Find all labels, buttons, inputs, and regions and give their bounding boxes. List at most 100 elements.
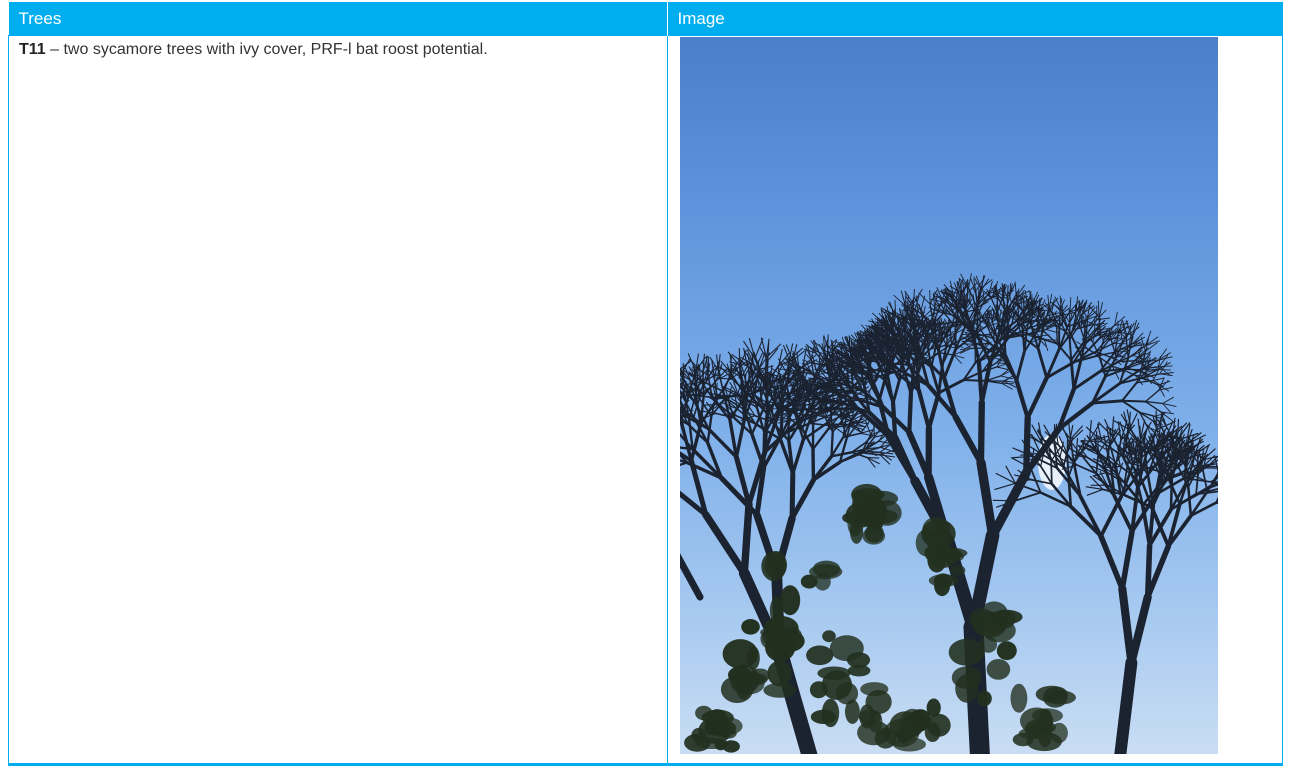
ivy-clump — [976, 690, 992, 707]
branch — [1112, 494, 1134, 534]
ivy-clump — [835, 682, 858, 705]
ivy-clump — [954, 674, 978, 703]
branch — [861, 452, 881, 456]
ivy-clump — [996, 641, 1017, 661]
ivy-clump — [829, 635, 864, 662]
ivy-clump — [856, 497, 887, 527]
branch — [1068, 504, 1103, 538]
branch — [949, 328, 952, 346]
ivy-clump — [690, 727, 706, 743]
branch — [1013, 378, 1030, 420]
tree-image-cell — [666, 35, 1283, 766]
branch — [906, 391, 913, 435]
branch — [1186, 485, 1192, 517]
ivy-clump — [986, 659, 1010, 680]
branch — [1017, 302, 1019, 317]
tree-description-cell: T11 – two sycamore trees with ivy cover,… — [8, 35, 668, 766]
ivy-clump — [740, 619, 760, 635]
branch — [1120, 381, 1138, 402]
branch — [789, 470, 795, 521]
branch — [701, 511, 748, 577]
ivy-clump — [1012, 733, 1033, 747]
branch — [1094, 342, 1114, 353]
trees-table: Trees Image T11 – two sycamore trees wit… — [8, 2, 1283, 766]
ivy-clump — [763, 616, 799, 641]
branch — [936, 287, 943, 303]
ivy-clump — [816, 666, 851, 680]
branch — [912, 288, 923, 305]
branch — [789, 477, 816, 521]
branch — [1000, 382, 1014, 385]
branch — [1036, 347, 1048, 380]
branch — [1078, 494, 1103, 538]
branch — [790, 437, 805, 476]
ivy-clump — [701, 709, 734, 726]
branch — [1055, 328, 1058, 345]
branch — [1104, 465, 1121, 468]
branch — [1213, 456, 1218, 474]
ivy-clump — [989, 609, 1023, 625]
header-trees: Trees — [8, 2, 668, 36]
ivy-clump — [926, 713, 951, 737]
branch — [1068, 338, 1072, 362]
branch — [1025, 375, 1049, 420]
branch — [995, 366, 1008, 370]
ivy-clump — [812, 560, 840, 578]
ivy-clump — [979, 636, 997, 653]
branch — [845, 371, 848, 393]
branch — [703, 403, 720, 406]
branch — [701, 412, 716, 420]
branch — [1120, 399, 1146, 403]
ivy-clump — [925, 531, 947, 551]
branch — [1097, 300, 1100, 318]
branch — [1050, 298, 1055, 313]
branch — [993, 482, 1016, 490]
branch — [1014, 281, 1017, 298]
ivy-clump — [720, 675, 753, 704]
ivy-clump — [1010, 683, 1027, 713]
table-row: T11 – two sycamore trees with ivy cover,… — [8, 35, 1283, 766]
ivy-clump — [856, 720, 890, 746]
ivy-clump — [722, 740, 740, 753]
ivy-clump — [949, 564, 965, 576]
ivy-clump — [760, 551, 786, 582]
ivy-foliage — [683, 483, 1076, 753]
branch — [979, 359, 992, 405]
branch — [952, 414, 984, 466]
table-header-row: Trees Image — [8, 2, 1283, 36]
branch — [1158, 365, 1173, 368]
branch — [679, 367, 682, 374]
branch — [822, 336, 825, 350]
branch — [782, 345, 790, 361]
ivy-clump — [810, 709, 836, 725]
tree-description-text: – two sycamore trees with ivy cover, PRF… — [45, 41, 488, 58]
branch — [1086, 488, 1103, 496]
header-image: Image — [667, 2, 1283, 36]
branch — [872, 420, 875, 438]
branch — [917, 292, 931, 305]
branch — [1113, 656, 1137, 754]
ivy-clump — [847, 664, 870, 677]
branch — [992, 499, 1015, 502]
branch — [761, 431, 766, 470]
branch — [839, 398, 860, 403]
branch — [778, 411, 783, 441]
ivy-clump — [935, 548, 962, 559]
ivy-clump — [892, 737, 926, 752]
branch — [973, 342, 991, 345]
branch — [1000, 382, 1013, 390]
ivy-clump — [928, 574, 959, 587]
ivy-clump — [800, 574, 818, 589]
branch — [1120, 399, 1141, 414]
branch — [679, 461, 688, 467]
ivy-clump — [722, 639, 758, 669]
branch — [1161, 396, 1174, 404]
branch — [969, 347, 986, 350]
branch — [1069, 297, 1071, 313]
ivy-clump — [779, 585, 800, 616]
ivy-clump — [809, 681, 827, 699]
branch — [1126, 593, 1152, 667]
branch — [740, 500, 753, 577]
tree-description: T11 – two sycamore trees with ivy cover,… — [9, 36, 667, 60]
branch — [1049, 460, 1053, 485]
